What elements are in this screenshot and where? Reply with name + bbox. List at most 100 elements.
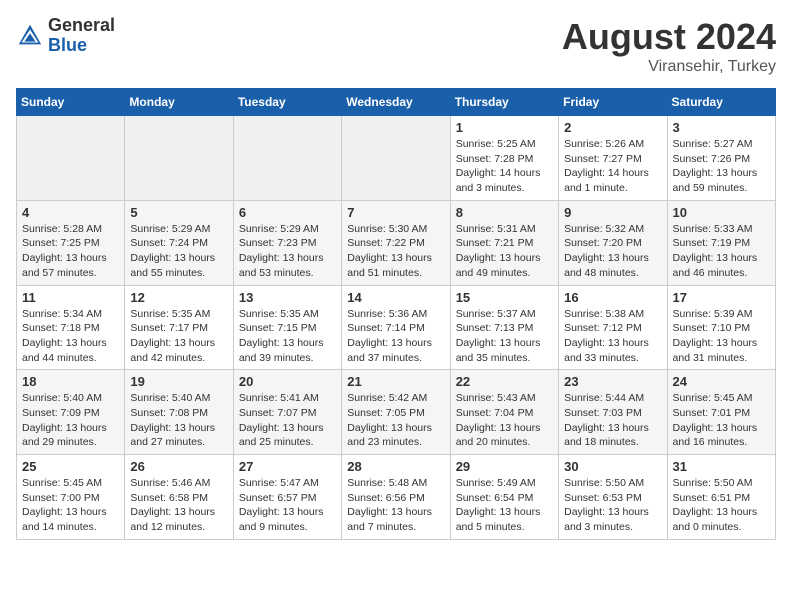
day-info: Sunrise: 5:27 AM Sunset: 7:26 PM Dayligh…	[673, 137, 770, 196]
day-number: 21	[347, 374, 444, 389]
day-info: Sunrise: 5:34 AM Sunset: 7:18 PM Dayligh…	[22, 307, 119, 366]
calendar-row: 11 Sunrise: 5:34 AM Sunset: 7:18 PM Dayli…	[17, 285, 776, 370]
calendar-cell: 16 Sunrise: 5:38 AM Sunset: 7:12 PM Dayli…	[559, 285, 667, 370]
day-number: 23	[564, 374, 661, 389]
logo-general: General	[48, 16, 115, 36]
weekday-friday: Friday	[559, 89, 667, 116]
day-number: 1	[456, 120, 553, 135]
day-info: Sunrise: 5:50 AM Sunset: 6:51 PM Dayligh…	[673, 476, 770, 535]
day-info: Sunrise: 5:42 AM Sunset: 7:05 PM Dayligh…	[347, 391, 444, 450]
weekday-saturday: Saturday	[667, 89, 775, 116]
day-number: 24	[673, 374, 770, 389]
calendar-cell: 18Sunrise: 5:40 AM Sunset: 7:09 PM Dayli…	[17, 370, 125, 455]
title-block: August 2024 Viransehir, Turkey	[562, 16, 776, 76]
calendar-cell: 12 Sunrise: 5:35 AM Sunset: 7:17 PM Dayli…	[125, 285, 233, 370]
day-number: 25	[22, 459, 119, 474]
calendar-cell: 2Sunrise: 5:26 AM Sunset: 7:27 PM Daylig…	[559, 116, 667, 201]
day-info: Sunrise: 5:31 AM Sunset: 7:21 PM Dayligh…	[456, 222, 553, 281]
calendar-cell: 28 Sunrise: 5:48 AM Sunset: 6:56 PM Dayli…	[342, 455, 450, 540]
day-info: Sunrise: 5:35 AM Sunset: 7:15 PM Dayligh…	[239, 307, 336, 366]
day-info: Sunrise: 5:45 AM Sunset: 7:01 PM Dayligh…	[673, 391, 770, 450]
calendar-row: 4 Sunrise: 5:28 AM Sunset: 7:25 PM Daylig…	[17, 200, 776, 285]
day-number: 4	[22, 205, 119, 220]
calendar-cell: 19 Sunrise: 5:40 AM Sunset: 7:08 PM Dayli…	[125, 370, 233, 455]
day-info: Sunrise: 5:30 AM Sunset: 7:22 PM Dayligh…	[347, 222, 444, 281]
calendar-cell: 23 Sunrise: 5:44 AM Sunset: 7:03 PM Dayli…	[559, 370, 667, 455]
day-number: 19	[130, 374, 227, 389]
calendar-cell: 11 Sunrise: 5:34 AM Sunset: 7:18 PM Dayli…	[17, 285, 125, 370]
calendar-cell: 29Sunrise: 5:49 AM Sunset: 6:54 PM Dayli…	[450, 455, 558, 540]
day-number: 26	[130, 459, 227, 474]
day-number: 17	[673, 290, 770, 305]
day-info: Sunrise: 5:48 AM Sunset: 6:56 PM Dayligh…	[347, 476, 444, 535]
day-info: Sunrise: 5:36 AM Sunset: 7:14 PM Dayligh…	[347, 307, 444, 366]
calendar-row: 1 Sunrise: 5:25 AM Sunset: 7:28 PM Daylig…	[17, 116, 776, 201]
day-info: Sunrise: 5:41 AM Sunset: 7:07 PM Dayligh…	[239, 391, 336, 450]
day-number: 27	[239, 459, 336, 474]
day-info: Sunrise: 5:40 AM Sunset: 7:08 PM Dayligh…	[130, 391, 227, 450]
calendar-cell	[125, 116, 233, 201]
calendar-cell: 8Sunrise: 5:31 AM Sunset: 7:21 PM Daylig…	[450, 200, 558, 285]
weekday-thursday: Thursday	[450, 89, 558, 116]
day-number: 12	[130, 290, 227, 305]
day-info: Sunrise: 5:47 AM Sunset: 6:57 PM Dayligh…	[239, 476, 336, 535]
calendar-cell: 25 Sunrise: 5:45 AM Sunset: 7:00 PM Dayli…	[17, 455, 125, 540]
calendar-cell	[342, 116, 450, 201]
calendar-row: 18Sunrise: 5:40 AM Sunset: 7:09 PM Dayli…	[17, 370, 776, 455]
logo-blue: Blue	[48, 36, 115, 56]
calendar-cell: 26 Sunrise: 5:46 AM Sunset: 6:58 PM Dayli…	[125, 455, 233, 540]
day-info: Sunrise: 5:25 AM Sunset: 7:28 PM Dayligh…	[456, 137, 553, 196]
day-number: 16	[564, 290, 661, 305]
weekday-sunday: Sunday	[17, 89, 125, 116]
day-info: Sunrise: 5:28 AM Sunset: 7:25 PM Dayligh…	[22, 222, 119, 281]
calendar-cell: 14 Sunrise: 5:36 AM Sunset: 7:14 PM Dayli…	[342, 285, 450, 370]
calendar-cell: 15 Sunrise: 5:37 AM Sunset: 7:13 PM Dayli…	[450, 285, 558, 370]
calendar-cell: 27 Sunrise: 5:47 AM Sunset: 6:57 PM Dayli…	[233, 455, 341, 540]
day-info: Sunrise: 5:38 AM Sunset: 7:12 PM Dayligh…	[564, 307, 661, 366]
day-info: Sunrise: 5:43 AM Sunset: 7:04 PM Dayligh…	[456, 391, 553, 450]
day-number: 11	[22, 290, 119, 305]
logo: General Blue	[16, 16, 115, 56]
calendar-cell	[17, 116, 125, 201]
calendar-cell: 3 Sunrise: 5:27 AM Sunset: 7:26 PM Daylig…	[667, 116, 775, 201]
weekday-monday: Monday	[125, 89, 233, 116]
calendar-cell: 17 Sunrise: 5:39 AM Sunset: 7:10 PM Dayli…	[667, 285, 775, 370]
day-info: Sunrise: 5:44 AM Sunset: 7:03 PM Dayligh…	[564, 391, 661, 450]
calendar-location: Viransehir, Turkey	[562, 58, 776, 76]
logo-text: General Blue	[48, 16, 115, 56]
calendar-row: 25 Sunrise: 5:45 AM Sunset: 7:00 PM Dayli…	[17, 455, 776, 540]
day-info: Sunrise: 5:37 AM Sunset: 7:13 PM Dayligh…	[456, 307, 553, 366]
day-info: Sunrise: 5:35 AM Sunset: 7:17 PM Dayligh…	[130, 307, 227, 366]
calendar-cell: 6Sunrise: 5:29 AM Sunset: 7:23 PM Daylig…	[233, 200, 341, 285]
calendar-cell: 22 Sunrise: 5:43 AM Sunset: 7:04 PM Dayli…	[450, 370, 558, 455]
weekday-header-row: SundayMondayTuesdayWednesdayThursdayFrid…	[17, 89, 776, 116]
day-number: 6	[239, 205, 336, 220]
day-info: Sunrise: 5:40 AM Sunset: 7:09 PM Dayligh…	[22, 391, 119, 450]
calendar-cell: 5Sunrise: 5:29 AM Sunset: 7:24 PM Daylig…	[125, 200, 233, 285]
calendar-cell: 30 Sunrise: 5:50 AM Sunset: 6:53 PM Dayli…	[559, 455, 667, 540]
day-info: Sunrise: 5:29 AM Sunset: 7:24 PM Dayligh…	[130, 222, 227, 281]
calendar-cell: 7 Sunrise: 5:30 AM Sunset: 7:22 PM Daylig…	[342, 200, 450, 285]
day-number: 20	[239, 374, 336, 389]
day-number: 3	[673, 120, 770, 135]
day-number: 22	[456, 374, 553, 389]
day-number: 10	[673, 205, 770, 220]
day-info: Sunrise: 5:39 AM Sunset: 7:10 PM Dayligh…	[673, 307, 770, 366]
calendar-cell: 20 Sunrise: 5:41 AM Sunset: 7:07 PM Dayli…	[233, 370, 341, 455]
calendar-cell: 13Sunrise: 5:35 AM Sunset: 7:15 PM Dayli…	[233, 285, 341, 370]
day-number: 9	[564, 205, 661, 220]
day-number: 2	[564, 120, 661, 135]
day-info: Sunrise: 5:45 AM Sunset: 7:00 PM Dayligh…	[22, 476, 119, 535]
day-number: 15	[456, 290, 553, 305]
calendar-title: August 2024	[562, 16, 776, 58]
logo-icon	[16, 22, 44, 50]
calendar-cell: 10Sunrise: 5:33 AM Sunset: 7:19 PM Dayli…	[667, 200, 775, 285]
calendar-cell: 21 Sunrise: 5:42 AM Sunset: 7:05 PM Dayli…	[342, 370, 450, 455]
calendar-cell: 4 Sunrise: 5:28 AM Sunset: 7:25 PM Daylig…	[17, 200, 125, 285]
day-number: 28	[347, 459, 444, 474]
day-info: Sunrise: 5:46 AM Sunset: 6:58 PM Dayligh…	[130, 476, 227, 535]
day-number: 30	[564, 459, 661, 474]
day-info: Sunrise: 5:50 AM Sunset: 6:53 PM Dayligh…	[564, 476, 661, 535]
day-number: 7	[347, 205, 444, 220]
day-number: 14	[347, 290, 444, 305]
